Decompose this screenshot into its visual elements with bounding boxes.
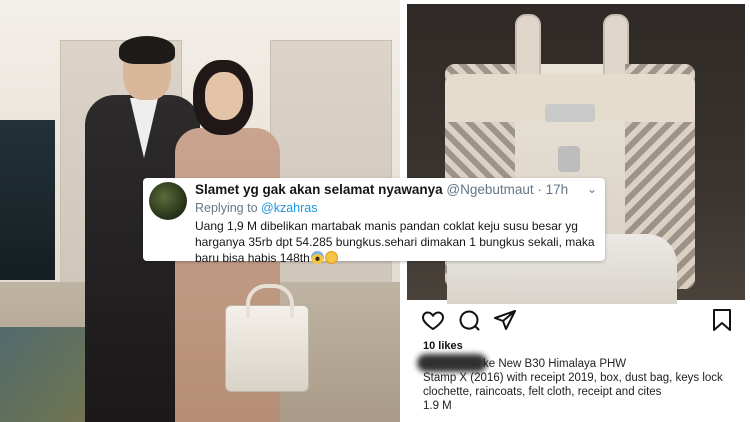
tweet-text: Uang 1,9 M dibelikan martabak manis pand… (195, 218, 599, 266)
tweet-card[interactable]: Slamet yg gak akan selamat nyawanya @Nge… (143, 178, 605, 265)
scream-emoji-icon (310, 251, 324, 264)
tweet-time[interactable]: · 17h (537, 182, 568, 197)
display-name[interactable]: Slamet yg gak akan selamat nyawanya (195, 182, 443, 197)
likes-count[interactable]: 10 likes (423, 340, 463, 352)
reply-context: Replying to @kzahras (195, 201, 318, 215)
tweet-body: Uang 1,9 M dibelikan martabak manis pand… (195, 219, 595, 265)
avatar[interactable] (149, 182, 187, 220)
reply-prefix: Replying to (195, 201, 258, 215)
bookmark-icon[interactable] (711, 308, 733, 332)
censored-username (417, 354, 487, 372)
tweet-header: Slamet yg gak akan selamat nyawanya @Nge… (195, 182, 568, 197)
heart-icon[interactable] (421, 308, 445, 332)
share-icon[interactable] (493, 308, 517, 332)
handbag-image (225, 284, 309, 392)
caption-price: 1.9 M (423, 400, 452, 412)
reply-to-link[interactable]: @kzahras (261, 201, 317, 215)
chevron-down-icon[interactable]: ⌄ (587, 182, 597, 196)
user-handle[interactable]: @Ngebutmaut (446, 182, 533, 197)
caption-line: Stamp X (2016) with receipt 2019, box, d… (423, 372, 723, 398)
comment-icon[interactable] (457, 308, 481, 332)
window-background (0, 120, 55, 280)
post-actions (421, 308, 739, 334)
flushed-emoji-icon (324, 251, 338, 264)
